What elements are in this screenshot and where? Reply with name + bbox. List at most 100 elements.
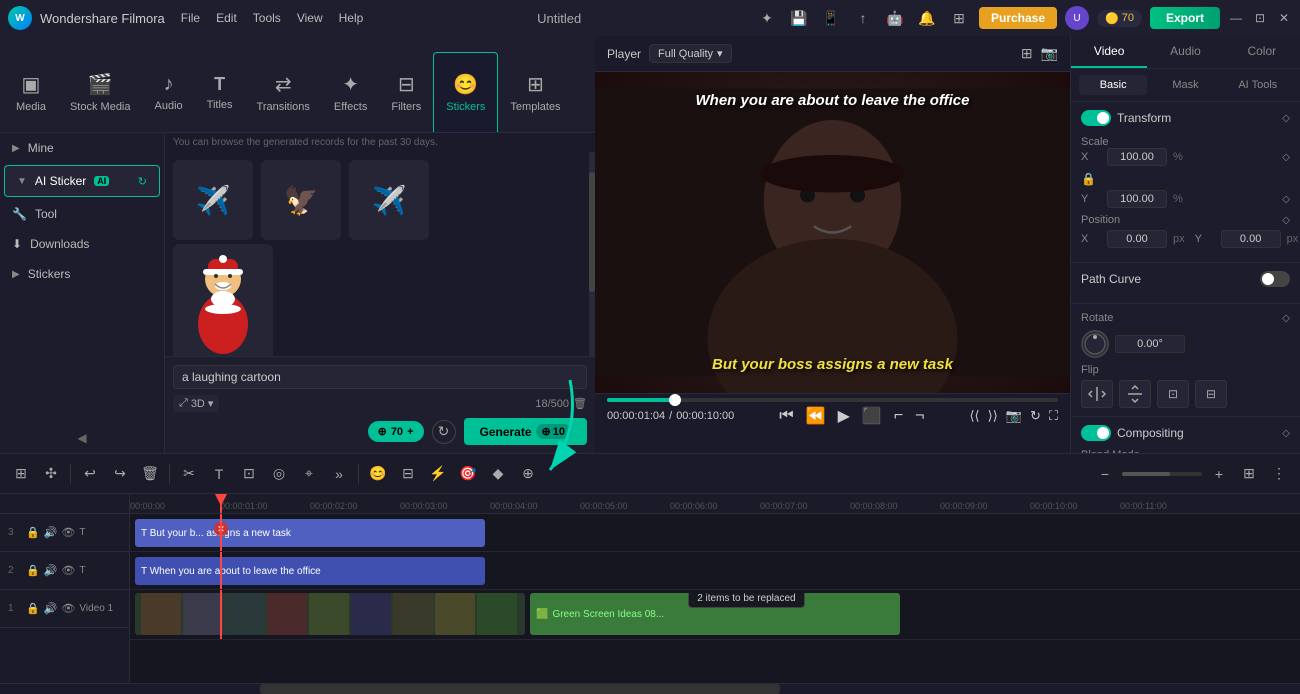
subtab-ai-tools[interactable]: AI Tools	[1224, 75, 1292, 95]
rotate-input[interactable]	[1115, 335, 1185, 353]
mark-out-button[interactable]: ¬	[915, 407, 924, 425]
next-clip-button[interactable]: ⟩⟩	[988, 408, 998, 424]
sidebar-item-stickers[interactable]: ▶ Stickers	[0, 259, 164, 289]
sidebar-item-mine[interactable]: ▶ Mine	[0, 133, 164, 163]
menu-view[interactable]: View	[297, 11, 323, 25]
tab-video[interactable]: Video	[1071, 36, 1147, 68]
path-curve-toggle[interactable]	[1260, 271, 1290, 287]
flip-both-h-button[interactable]: ⊡	[1157, 380, 1189, 408]
devices-icon[interactable]: 📱	[819, 6, 843, 30]
text-button[interactable]: T	[206, 461, 232, 487]
style-tag[interactable]: ⤢ 3D ▾	[173, 395, 219, 412]
rotate-keyframe[interactable]: ◇	[1282, 313, 1290, 324]
transition-button[interactable]: ⊡	[236, 461, 262, 487]
keyframe-button[interactable]: ◆	[485, 461, 511, 487]
split-view-button[interactable]: ⊞	[8, 461, 34, 487]
sticker-item[interactable]: ✈️	[349, 160, 429, 240]
clip-track3[interactable]: T But your b... assigns a new task	[135, 519, 485, 547]
minus-zoom-button[interactable]: −	[1092, 461, 1118, 487]
credit-button[interactable]: ⊕ 70 +	[368, 421, 424, 442]
track-2-audio-icon[interactable]: 🔊	[44, 564, 58, 577]
stop-button[interactable]: ⬛	[862, 406, 882, 426]
motion-button[interactable]: ⌖	[296, 461, 322, 487]
tab-templates[interactable]: ⊞ Templates	[498, 52, 572, 132]
sidebar-item-tool[interactable]: 🔧 Tool	[0, 199, 164, 229]
slider-track[interactable]	[607, 398, 1058, 402]
group-button[interactable]: ◎	[266, 461, 292, 487]
redo-button[interactable]: ↪	[107, 461, 133, 487]
undo-button[interactable]: ↩	[77, 461, 103, 487]
track-1-lock-icon[interactable]: 🔒	[26, 602, 40, 615]
clip-track1-video[interactable]	[135, 593, 525, 635]
tab-stickers[interactable]: 😊 Stickers	[433, 52, 498, 132]
track-1-eye-icon[interactable]: 👁	[61, 602, 75, 615]
menu-file[interactable]: File	[181, 11, 200, 25]
speed-button[interactable]: ⚡	[425, 461, 451, 487]
tab-color[interactable]: Color	[1224, 36, 1300, 68]
cut-button[interactable]: ✂	[176, 461, 202, 487]
grid-icon[interactable]: ⊞	[1021, 45, 1033, 62]
tab-effects[interactable]: ✦ Effects	[322, 52, 379, 132]
collapse-panel-button[interactable]: ◀	[0, 423, 164, 453]
magnet-button[interactable]: ✣	[38, 461, 64, 487]
scale-y-keyframe[interactable]: ◇	[1282, 194, 1290, 205]
subtab-mask[interactable]: Mask	[1151, 75, 1219, 95]
tab-transitions[interactable]: ⇄ Transitions	[245, 52, 322, 132]
quality-select[interactable]: Full Quality ▾	[649, 44, 732, 63]
tab-stock-media[interactable]: 🎬 Stock Media	[58, 52, 143, 132]
split-screen-button[interactable]: ⊟	[395, 461, 421, 487]
regenerate-button[interactable]: ↻	[432, 420, 456, 444]
tab-titles[interactable]: T Titles	[195, 52, 245, 132]
sidebar-item-downloads[interactable]: ⬇ Downloads	[0, 229, 164, 259]
sidebar-item-ai-sticker[interactable]: ▼ AI Sticker AI ↻	[4, 165, 160, 197]
snapshot-icon[interactable]: 📷	[1041, 45, 1058, 62]
refresh-icon[interactable]: ↻	[138, 175, 147, 188]
notification-icon[interactable]: 🔔	[915, 6, 939, 30]
apps-icon[interactable]: ⊞	[947, 6, 971, 30]
flip-v-button[interactable]	[1119, 380, 1151, 408]
tab-media[interactable]: ▣ Media	[4, 52, 58, 132]
share-icon[interactable]: ↑	[851, 6, 875, 30]
transform-toggle[interactable]	[1081, 110, 1111, 126]
rotate-dial[interactable]	[1081, 330, 1109, 358]
scale-x-input[interactable]	[1107, 148, 1167, 166]
compositing-keyframe[interactable]: ◇	[1282, 428, 1290, 439]
menu-edit[interactable]: Edit	[216, 11, 237, 25]
compositing-toggle[interactable]	[1081, 425, 1111, 441]
user-avatar[interactable]: U	[1065, 6, 1089, 30]
clip-track1-green[interactable]: 🟩 Green Screen Ideas 08... 2 items to be…	[530, 593, 900, 635]
track-2-eye-icon[interactable]: 👁	[61, 564, 75, 577]
clear-icon[interactable]: 🗑	[573, 397, 587, 410]
snapshot-btn[interactable]: 📷	[1006, 408, 1022, 424]
mark-in-button[interactable]: ⌐	[894, 407, 903, 425]
close-button[interactable]: ✕	[1276, 10, 1292, 26]
more-options-button[interactable]: ⋮	[1266, 461, 1292, 487]
pos-y-input[interactable]	[1221, 230, 1281, 248]
clip-track2[interactable]: T When you are about to leave the office	[135, 557, 485, 585]
scale-y-input[interactable]	[1107, 190, 1167, 208]
flip-both-v-button[interactable]: ⊟	[1195, 380, 1227, 408]
track-3-audio-icon[interactable]: 🔊	[44, 526, 58, 539]
stabilize-button[interactable]: ⊕	[515, 461, 541, 487]
magic-icon[interactable]: ✦	[755, 6, 779, 30]
sticker-santa[interactable]	[173, 244, 273, 356]
scale-x-keyframe[interactable]: ◇	[1282, 152, 1290, 163]
track-3-lock-icon[interactable]: 🔒	[26, 526, 40, 539]
fullscreen-button[interactable]: ⛶	[1049, 408, 1058, 424]
layout-button[interactable]: ⊞	[1236, 461, 1262, 487]
menu-help[interactable]: Help	[339, 11, 364, 25]
ai-icon[interactable]: 🤖	[883, 6, 907, 30]
tab-filters[interactable]: ⊟ Filters	[379, 52, 433, 132]
tab-audio[interactable]: ♪ Audio	[143, 52, 195, 132]
flip-h-button[interactable]	[1081, 380, 1113, 408]
rotate-btn[interactable]: ↻	[1030, 408, 1041, 424]
subtab-basic[interactable]: Basic	[1079, 75, 1147, 95]
ai-cut-button[interactable]: 🎯	[455, 461, 481, 487]
sticker-item[interactable]: ✈️	[173, 160, 253, 240]
plus-zoom-button[interactable]: +	[1206, 461, 1232, 487]
menu-tools[interactable]: Tools	[253, 11, 281, 25]
maximize-button[interactable]: ⊡	[1252, 10, 1268, 26]
purchase-button[interactable]: Purchase	[979, 7, 1057, 29]
track-1-audio-icon[interactable]: 🔊	[44, 602, 58, 615]
play-button[interactable]: ▶	[838, 406, 850, 426]
